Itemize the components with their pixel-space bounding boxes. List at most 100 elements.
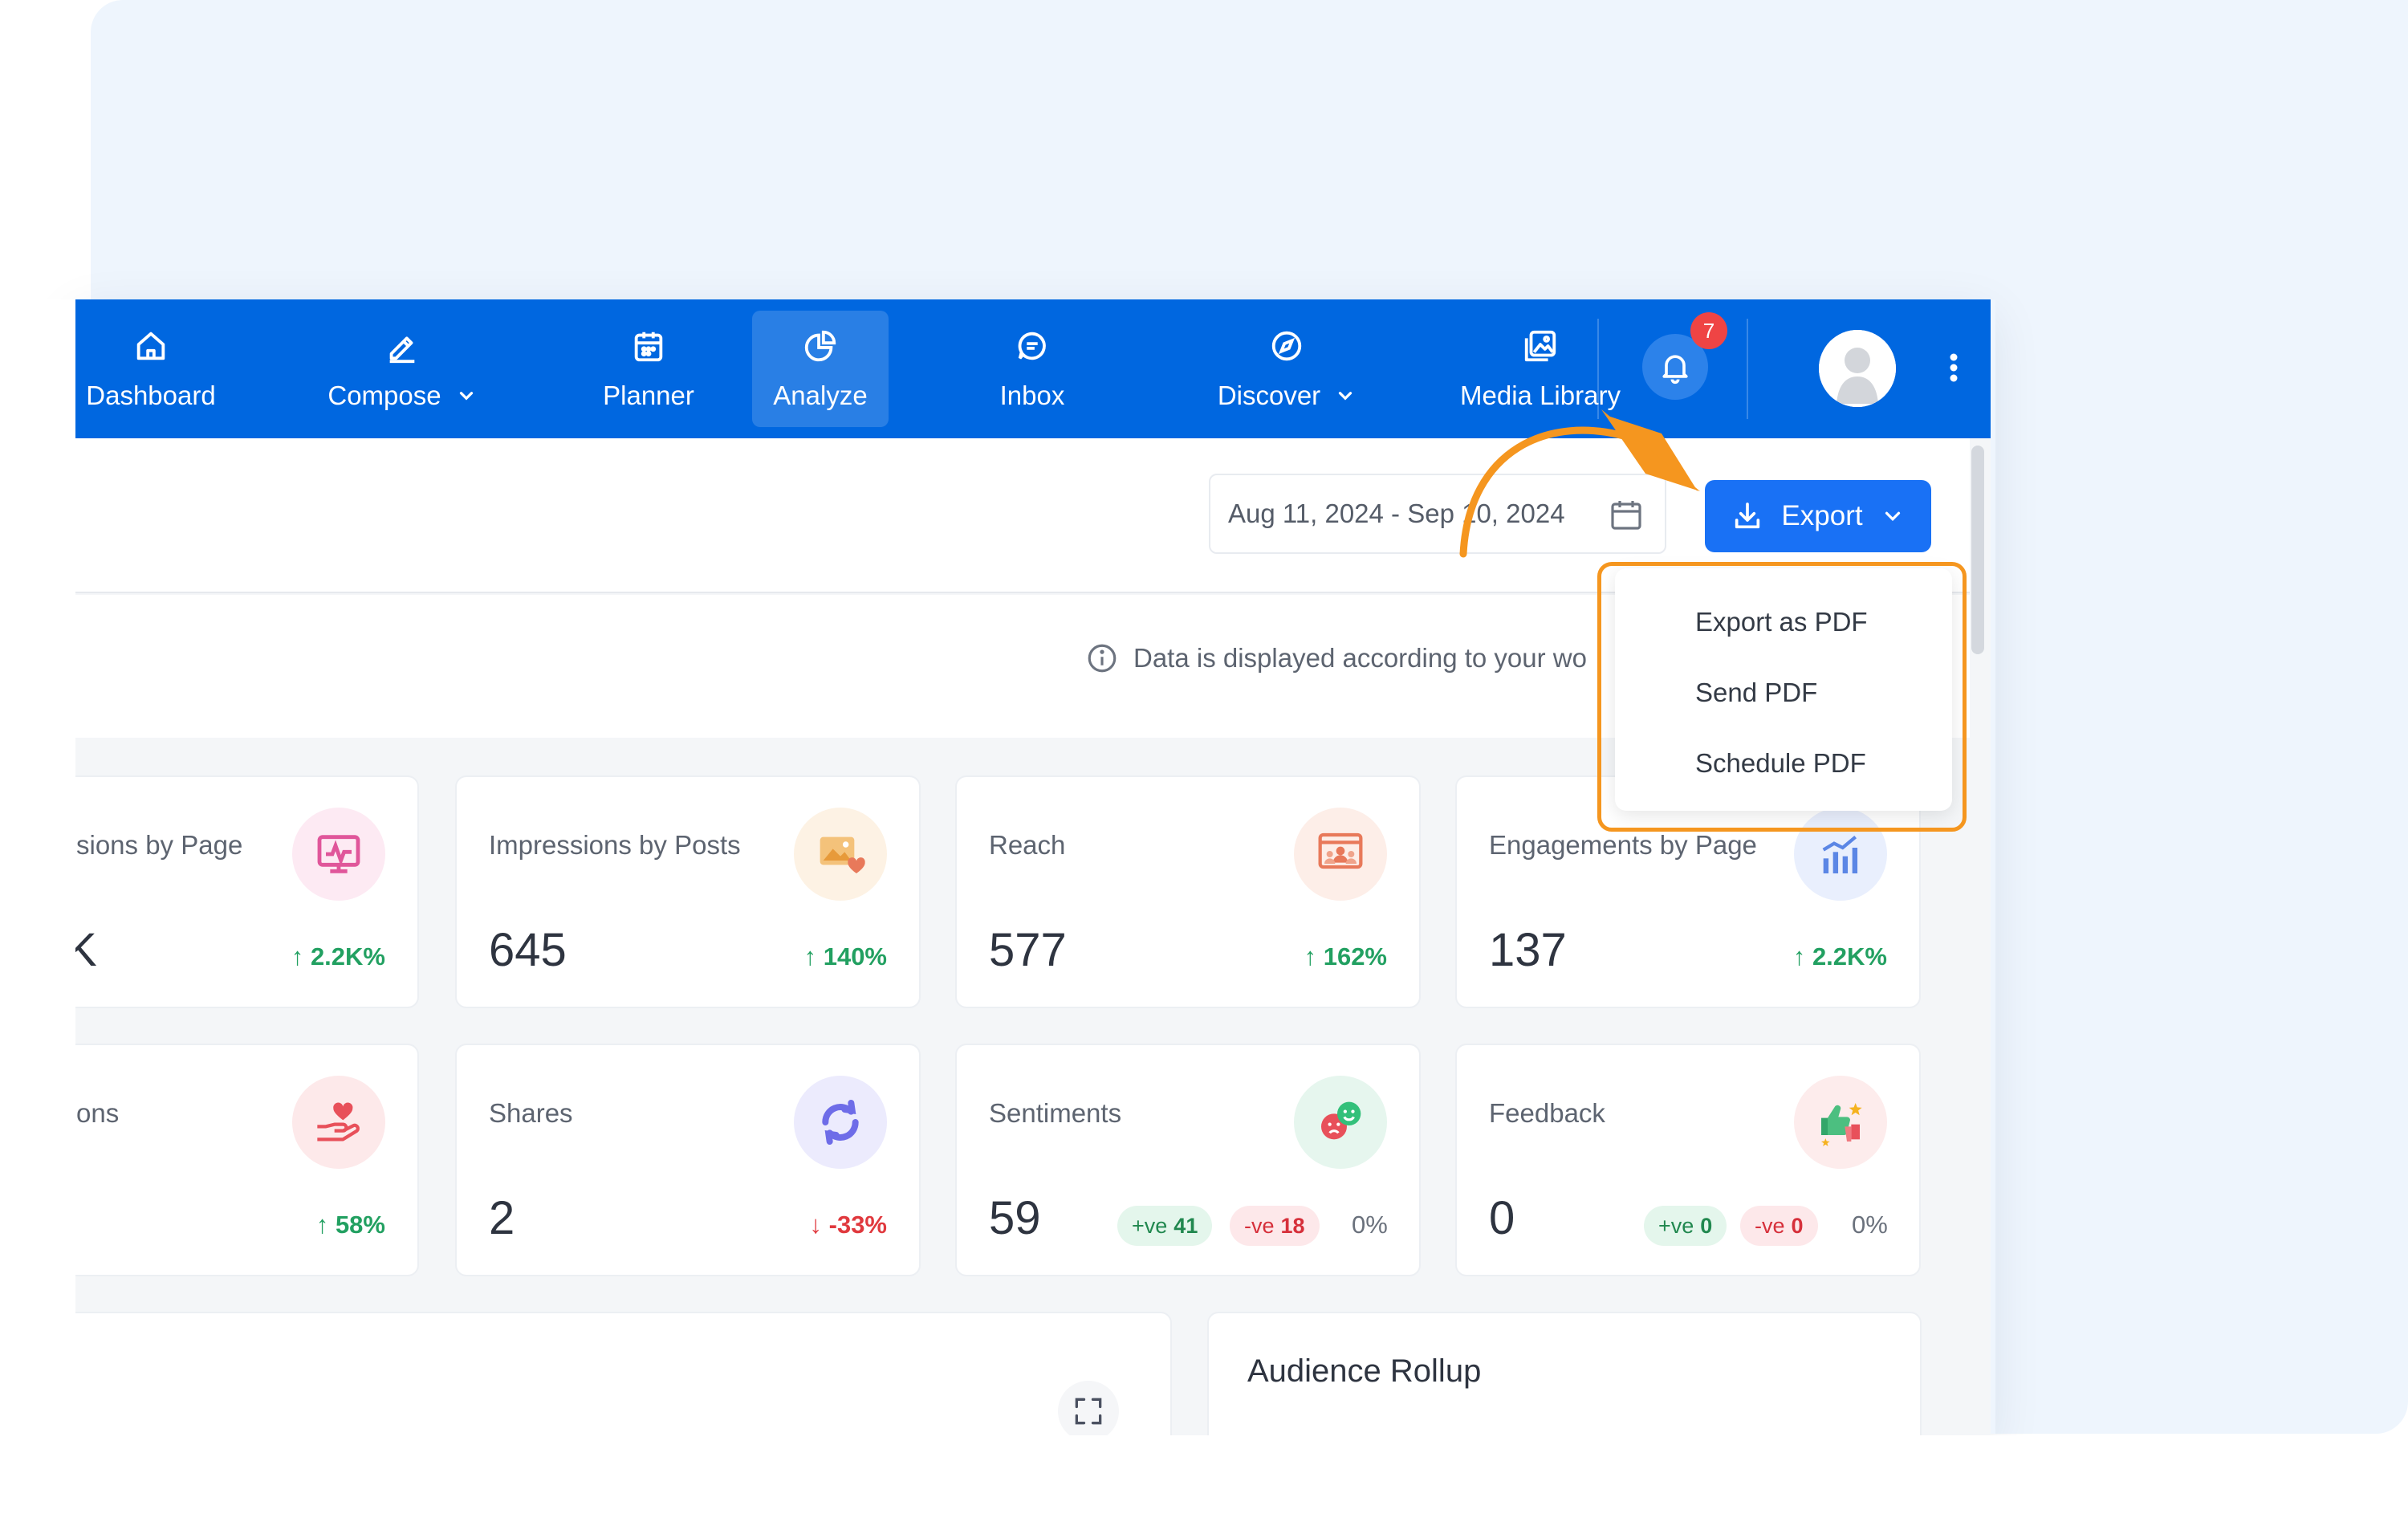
card-title: Reach	[989, 830, 1066, 860]
card-change: ↓ -33%	[809, 1211, 887, 1239]
chevron-down-icon	[1885, 511, 1900, 522]
card-impressions-by-posts[interactable]: Impressions by Posts 645 ↑ 140%	[455, 775, 921, 1008]
card-change: ↑ 2.2K%	[291, 942, 385, 971]
image-icon	[1524, 330, 1556, 361]
nav-divider	[1597, 319, 1599, 419]
pill-label: +ve	[1658, 1213, 1694, 1238]
hand-heart-icon	[317, 1102, 360, 1142]
pill-label: +ve	[1132, 1213, 1168, 1238]
top-navigation: Dashboard Compose Planner Analyze Inbox …	[75, 299, 1991, 438]
card-change: ↑ 162%	[1304, 942, 1387, 971]
pie-chart-icon	[804, 330, 836, 361]
card-change: ↑ 140%	[803, 942, 887, 971]
panel-edge	[1991, 299, 1995, 1434]
card-icon-bg	[292, 1076, 385, 1169]
card-title: Impressions by Posts	[489, 830, 741, 860]
info-icon	[1088, 644, 1117, 673]
bell-icon	[1662, 355, 1688, 385]
page-left-margin	[0, 299, 75, 1435]
nav-discover[interactable]: Discover	[1186, 311, 1387, 427]
pill-value: 0	[1700, 1213, 1713, 1238]
refresh-share-icon	[822, 1100, 859, 1145]
card-icon-bg	[1794, 1076, 1887, 1169]
negative-pill: -ve 0	[1740, 1206, 1818, 1246]
card-title: Engagements by Page	[1489, 830, 1757, 860]
timezone-info: Data is displayed according to your wo	[1085, 634, 1619, 682]
negative-pill: -ve 18	[1230, 1206, 1320, 1246]
feedback-percent: 0%	[1852, 1211, 1888, 1239]
pencil-icon	[389, 336, 415, 363]
pill-value: 0	[1791, 1213, 1804, 1238]
pill-label: -ve	[1244, 1213, 1275, 1238]
card-value: 2	[489, 1192, 515, 1244]
user-avatar-icon	[1819, 330, 1896, 407]
date-range-text: Aug 11, 2024 - Sep 10, 2024	[1228, 499, 1565, 528]
card-sentiments[interactable]: Sentiments 59 +ve 41 -ve 18 0%	[955, 1044, 1421, 1276]
info-text: Data is displayed according to your wo	[1133, 643, 1587, 673]
card-title: sions by Page	[76, 830, 243, 860]
nav-dashboard[interactable]: Dashboard	[75, 311, 231, 427]
nav-planner[interactable]: Planner	[576, 311, 721, 427]
card-value: 0	[1489, 1192, 1515, 1244]
card-icon-bg	[1294, 808, 1387, 901]
nav-compose[interactable]: Compose	[302, 311, 502, 427]
card-change: ↑ 58%	[315, 1211, 385, 1239]
nav-analyze[interactable]: Analyze	[752, 311, 889, 427]
nav-divider	[1747, 319, 1748, 419]
nav-label: Inbox	[999, 380, 1065, 410]
card-icon-bg	[794, 808, 887, 901]
card-title: Feedback	[1489, 1098, 1605, 1128]
nav-label: Compose	[327, 380, 441, 410]
monitor-analytics-icon	[317, 835, 360, 873]
card-value: 577	[989, 924, 1067, 976]
pill-value: 41	[1173, 1213, 1198, 1238]
highlight-frame	[1597, 562, 1967, 832]
chevron-down-icon	[1339, 391, 1352, 401]
notification-badge: 7	[1690, 312, 1727, 349]
chat-icon	[1018, 332, 1046, 360]
card-reach[interactable]: Reach 577 ↑ 162%	[955, 775, 1421, 1008]
pill-value: 18	[1280, 1213, 1305, 1238]
nav-inbox[interactable]: Inbox	[972, 311, 1092, 427]
card-title: Sentiments	[989, 1098, 1122, 1128]
avatar[interactable]	[1819, 330, 1896, 407]
card-value: 137	[1489, 924, 1567, 976]
card-icon-bg	[1294, 1076, 1387, 1169]
card-value: 59	[989, 1192, 1041, 1244]
chevron-down-icon	[459, 391, 473, 401]
compass-icon	[1271, 331, 1302, 360]
nav-media-library[interactable]: Media Library	[1440, 311, 1641, 427]
card-icon-bg	[794, 1076, 887, 1169]
nav-label: Dashboard	[86, 380, 216, 410]
card-title: ons	[76, 1098, 120, 1128]
calendar-icon	[1611, 501, 1641, 530]
card-change: ↑ 2.2K%	[1792, 942, 1887, 971]
nav-label: Discover	[1217, 380, 1321, 410]
page-bottom	[0, 1435, 2408, 1518]
nav-label: Analyze	[773, 380, 868, 410]
image-heart-icon	[820, 836, 865, 873]
bar-chart-icon	[1822, 836, 1858, 873]
audience-screen-icon	[1318, 832, 1363, 869]
calendar-icon	[634, 332, 663, 361]
audience-rollup-title: Audience Rollup	[1247, 1353, 1482, 1389]
date-range-picker[interactable]: Aug 11, 2024 - Sep 10, 2024	[1209, 474, 1666, 554]
export-label: Export	[1781, 500, 1863, 531]
scrollbar[interactable]	[1971, 446, 1984, 654]
card-icon-bg	[292, 808, 385, 901]
nav-label: Planner	[603, 380, 694, 410]
more-options-icon[interactable]	[1938, 348, 1970, 388]
card-title: Shares	[489, 1098, 573, 1128]
home-icon	[136, 332, 165, 360]
pill-label: -ve	[1755, 1213, 1785, 1238]
card-feedback[interactable]: Feedback 0 +ve 0 -ve 0 0%	[1455, 1044, 1921, 1276]
card-shares[interactable]: Shares 2 ↓ -33%	[455, 1044, 921, 1276]
expand-button[interactable]	[1058, 1381, 1119, 1442]
export-button[interactable]: Export	[1705, 480, 1931, 552]
card-value: 645	[489, 924, 567, 976]
download-icon	[1735, 503, 1760, 529]
positive-pill: +ve 0	[1644, 1206, 1727, 1246]
fullscreen-icon	[1075, 1398, 1102, 1425]
positive-pill: +ve 41	[1117, 1206, 1213, 1246]
nav-label: Media Library	[1460, 380, 1621, 410]
